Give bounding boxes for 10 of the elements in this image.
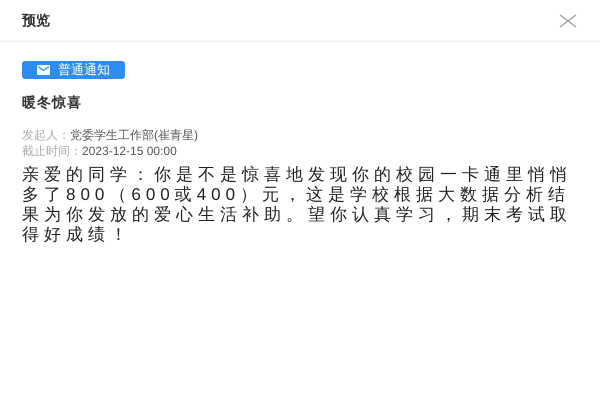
notice-body: 亲爱的同学：你是不是惊喜地发现你的校园一卡通里悄悄多了800（600或400）元，这是学校根据大数据分析结果为你发放的爱心生活补助。望你认真学习，期末考试取得好成绩！ [22, 165, 573, 245]
notice-title: 暖冬惊喜 [22, 93, 83, 112]
mail-icon [37, 65, 50, 75]
meta-label: 截止时间： [22, 143, 82, 159]
tag-label: 普通通知 [58, 61, 110, 80]
dialog-title: 预览 [22, 11, 50, 30]
meta-label: 发起人： [22, 127, 70, 143]
close-icon [559, 14, 577, 28]
meta-value: 党委学生工作部(崔青星) [70, 127, 198, 143]
meta-value: 2023-12-15 00:00 [82, 143, 177, 159]
